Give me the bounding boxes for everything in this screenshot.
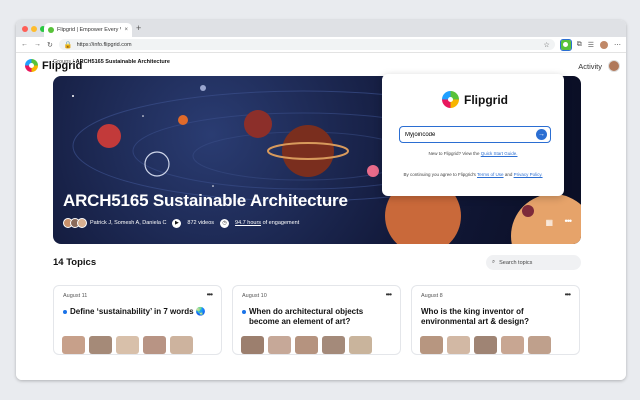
member-avatars bbox=[63, 218, 87, 228]
quick-start-hint: New to Flipgrid? View the Quick Start Gu… bbox=[382, 151, 564, 156]
terms-of-use-link[interactable]: Terms of Use bbox=[477, 172, 504, 177]
response-thumbnails bbox=[420, 336, 551, 354]
breadcrumb: Groups / ARCH5165 Sustainable Architectu… bbox=[53, 59, 170, 65]
submit-arrow-button[interactable]: → bbox=[536, 129, 547, 140]
breadcrumb-separator: / bbox=[72, 59, 75, 65]
extensions-icon[interactable]: ⧉ bbox=[577, 41, 582, 49]
address-url[interactable]: https://info.flipgrid.com bbox=[77, 42, 540, 48]
address-bar[interactable]: 🔒 https://info.flipgrid.com ☆ bbox=[58, 39, 555, 50]
activity-label: Activity bbox=[578, 62, 602, 71]
engagement-suffix: of engagement bbox=[262, 220, 300, 226]
tab-close-icon[interactable]: × bbox=[124, 27, 128, 33]
popup-logo: Flipgrid bbox=[442, 91, 508, 108]
browser-window: Flipgrid | Empower Every Voice × + ← → ↻… bbox=[16, 20, 626, 380]
back-icon[interactable]: ← bbox=[21, 41, 28, 48]
lock-icon: 🔒 bbox=[63, 41, 73, 49]
more-options-icon[interactable]: ••• bbox=[386, 290, 392, 299]
breadcrumb-groups[interactable]: Groups bbox=[53, 59, 71, 65]
user-avatar[interactable] bbox=[608, 60, 620, 72]
topic-title-row: Define ‘sustainability’ in 7 words 🌏 bbox=[63, 307, 212, 317]
topic-date: August 8 bbox=[421, 293, 443, 299]
hint-text: New to Flipgrid? View the bbox=[428, 151, 480, 156]
topic-card[interactable]: August 8 ••• Who is the king inventor of… bbox=[411, 285, 580, 355]
more-options-icon[interactable]: ••• bbox=[207, 290, 213, 299]
flipgrid-extension-icon[interactable] bbox=[559, 38, 572, 51]
member-names: Patrick J, Somesh A, Daniela C bbox=[90, 220, 167, 226]
collections-icon[interactable]: ☰ bbox=[588, 41, 594, 49]
search-icon: ⌕ bbox=[492, 259, 496, 265]
terms-notice: By continuing you agree to Flipgrid's Te… bbox=[382, 172, 564, 177]
reload-icon[interactable]: ↻ bbox=[47, 41, 53, 49]
quick-start-link[interactable]: Quick Start Guide. bbox=[481, 151, 518, 156]
minimize-window-dot[interactable] bbox=[31, 26, 37, 32]
play-icon: ▶ bbox=[172, 218, 182, 228]
new-tab-button[interactable]: + bbox=[136, 24, 141, 33]
star-icon[interactable]: ☆ bbox=[543, 41, 549, 49]
join-code-field[interactable]: → bbox=[399, 126, 551, 143]
topic-card[interactable]: August 11 ••• Define ‘sustainability’ in… bbox=[53, 285, 222, 355]
topics-heading: 14 Topics bbox=[53, 257, 97, 268]
forward-icon[interactable]: → bbox=[34, 41, 41, 48]
qr-code-icon[interactable]: ▦ bbox=[545, 218, 553, 227]
topic-card[interactable]: August 10 ••• When do architectural obje… bbox=[232, 285, 401, 355]
clock-icon: ◷ bbox=[220, 218, 230, 228]
new-indicator-dot bbox=[242, 310, 246, 314]
flipgrid-logo-icon bbox=[25, 59, 38, 72]
response-thumbnails bbox=[241, 336, 372, 354]
privacy-policy-link[interactable]: Privacy Policy. bbox=[514, 172, 543, 177]
topic-title-row: When do architectural objects become an … bbox=[242, 307, 391, 326]
window-controls bbox=[22, 26, 46, 32]
topic-cards: August 11 ••• Define ‘sustainability’ in… bbox=[53, 285, 580, 355]
tab-strip: Flipgrid | Empower Every Voice × + bbox=[16, 20, 626, 37]
topic-title: When do architectural objects become an … bbox=[249, 307, 364, 326]
activity-button[interactable]: Activity bbox=[578, 62, 602, 71]
browser-toolbar: ← → ↻ 🔒 https://info.flipgrid.com ☆ ⧉ ☰ … bbox=[16, 37, 626, 53]
tab-title: Flipgrid | Empower Every Voice bbox=[57, 27, 121, 33]
group-meta: Patrick J, Somesh A, Daniela C ▶ 872 vid… bbox=[63, 218, 299, 228]
browser-profile-avatar[interactable] bbox=[600, 40, 608, 49]
engagement-stat: 94.7 hours of engagement bbox=[235, 220, 299, 226]
close-window-dot[interactable] bbox=[22, 26, 28, 32]
join-code-input[interactable] bbox=[405, 131, 536, 138]
terms-text: By continuing you agree to Flipgrid's bbox=[403, 172, 476, 177]
more-options-icon[interactable]: ••• bbox=[565, 290, 571, 299]
engagement-hours[interactable]: 94.7 hours bbox=[235, 220, 261, 226]
breadcrumb-current: ARCH5165 Sustainable Architecture bbox=[75, 59, 170, 65]
topic-date: August 11 bbox=[63, 293, 88, 299]
more-options-icon[interactable]: ••• bbox=[565, 216, 573, 226]
new-indicator-dot bbox=[63, 310, 67, 314]
topic-title-row: Who is the king inventor of environmenta… bbox=[421, 307, 570, 326]
topic-title: Who is the king inventor of environmenta… bbox=[421, 307, 530, 326]
browser-menu-icon[interactable]: ⋯ bbox=[614, 41, 621, 49]
topic-date: August 10 bbox=[242, 293, 267, 299]
response-thumbnails bbox=[62, 336, 193, 354]
popup-logo-text: Flipgrid bbox=[464, 92, 508, 107]
search-placeholder: Search topics bbox=[499, 259, 533, 266]
search-topics-input[interactable]: ⌕ Search topics bbox=[486, 255, 581, 270]
extension-popup: Flipgrid → New to Flipgrid? View the Qui… bbox=[382, 74, 564, 196]
browser-tab[interactable]: Flipgrid | Empower Every Voice × bbox=[44, 23, 132, 37]
flipgrid-favicon-icon bbox=[48, 27, 54, 33]
topic-title: Define ‘sustainability’ in 7 words 🌏 bbox=[70, 307, 206, 316]
terms-and: and bbox=[504, 172, 513, 177]
video-count: 872 videos bbox=[187, 220, 215, 226]
group-title: ARCH5165 Sustainable Architecture bbox=[63, 191, 348, 210]
flipgrid-logo-icon bbox=[442, 91, 459, 108]
